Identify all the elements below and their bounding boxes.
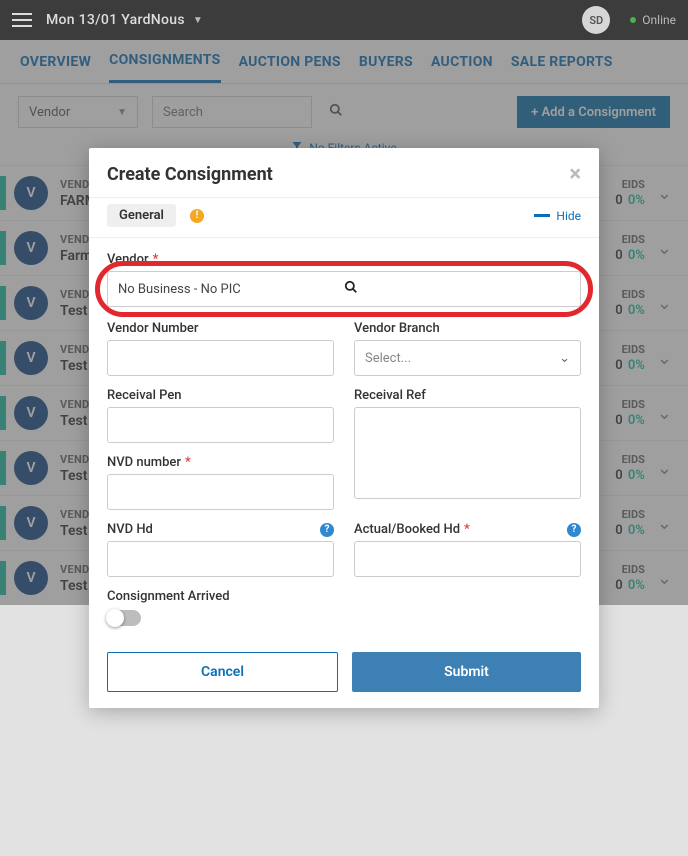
dash-icon [534,214,550,217]
help-icon[interactable]: ? [567,523,581,537]
consignment-arrived-toggle[interactable] [107,610,141,626]
nvd-number-label: NVD number* [107,455,334,470]
consignment-arrived-label: Consignment Arrived [107,589,581,604]
submit-button[interactable]: Submit [352,652,581,692]
vendor-number-label: Vendor Number [107,321,334,336]
vendor-search-value: No Business - No PIC [118,282,344,297]
search-icon[interactable] [344,280,570,298]
online-dot-icon [630,17,636,23]
top-bar: Mon 13/01 YardNous ▼ SD Online [0,0,688,40]
avatar[interactable]: SD [582,6,610,34]
actual-booked-input[interactable] [354,541,581,577]
create-consignment-modal: Create Consignment × General ! Hide Vend… [89,148,599,708]
hide-toggle[interactable]: Hide [534,209,581,223]
actual-booked-label: Actual/Booked Hd* ? [354,522,581,537]
vendor-number-input[interactable] [107,340,334,376]
nvd-hd-input[interactable] [107,541,334,577]
close-icon[interactable]: × [569,162,581,187]
cancel-button[interactable]: Cancel [107,652,338,692]
nvd-number-input[interactable] [107,474,334,510]
page-title[interactable]: Mon 13/01 YardNous [46,12,185,28]
receival-ref-input[interactable] [354,407,581,499]
chevron-down-icon: ⌄ [559,351,570,366]
help-icon[interactable]: ? [320,523,334,537]
modal-title: Create Consignment [107,164,273,185]
menu-icon[interactable] [12,13,32,27]
vendor-branch-select[interactable]: Select... ⌄ [354,340,581,376]
caret-down-icon[interactable]: ▼ [193,15,203,26]
receival-ref-label: Receival Ref [354,388,581,403]
vendor-branch-label: Vendor Branch [354,321,581,336]
warning-icon: ! [190,209,204,223]
nvd-hd-label: NVD Hd ? [107,522,334,537]
online-status: Online [642,13,676,27]
vendor-search-field[interactable]: No Business - No PIC [107,271,581,307]
section-general-pill[interactable]: General [107,204,176,227]
receival-pen-label: Receival Pen [107,388,334,403]
vendor-label: Vendor* [107,252,581,267]
receival-pen-input[interactable] [107,407,334,443]
